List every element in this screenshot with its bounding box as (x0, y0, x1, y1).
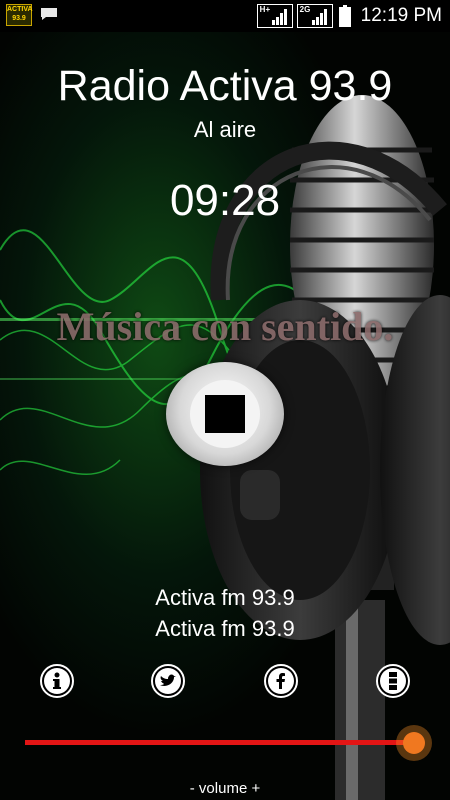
now-playing-subtitle: Activa fm 93.9 (155, 616, 295, 641)
facebook-button[interactable] (264, 664, 298, 698)
status-bar: ACTIVA 93.9 H+ 2G 12:19 PM (0, 0, 450, 32)
status-icons: H+ 2G 12:19 PM (256, 4, 442, 28)
stop-icon (205, 395, 245, 433)
volume-slider-track[interactable] (25, 740, 415, 745)
app-notification-icon: ACTIVA 93.9 (6, 4, 33, 26)
battery-icon (338, 5, 351, 27)
station-name: Radio Activa 93.9 (57, 62, 393, 110)
stop-button[interactable] (166, 362, 284, 466)
message-icon (41, 8, 57, 20)
stop-button-face (190, 380, 260, 448)
signal-icon-hplus: H+ (256, 4, 293, 28)
signal-icon-2g: 2G (296, 4, 333, 28)
info-icon (53, 672, 61, 689)
app-screen: ACTIVA 93.9 H+ 2G 12:19 PM Radio Activa … (0, 0, 450, 800)
station-slogan: Música con sentido. (56, 304, 394, 349)
app-notification-label: ACTIVA 93.9 (7, 6, 33, 22)
signal-bars-icon (311, 9, 327, 25)
signal-bars-icon (271, 9, 287, 25)
twitter-icon (160, 674, 176, 686)
status-time: 12:19 PM (360, 5, 442, 26)
player-content: Radio Activa 93.9 Al aire 09:28 Música c… (0, 0, 450, 800)
volume-slider-handle[interactable] (403, 732, 425, 754)
facebook-icon (276, 673, 285, 689)
on-air-status: Al aire (193, 117, 257, 142)
now-playing-title: Activa fm 93.9 (155, 585, 295, 610)
volume-label: - volume + (189, 780, 261, 797)
menu-icon (389, 672, 397, 690)
info-button[interactable] (40, 664, 74, 698)
twitter-button[interactable] (151, 664, 185, 698)
menu-button[interactable] (376, 664, 410, 698)
elapsed-time: 09:28 (169, 176, 281, 225)
